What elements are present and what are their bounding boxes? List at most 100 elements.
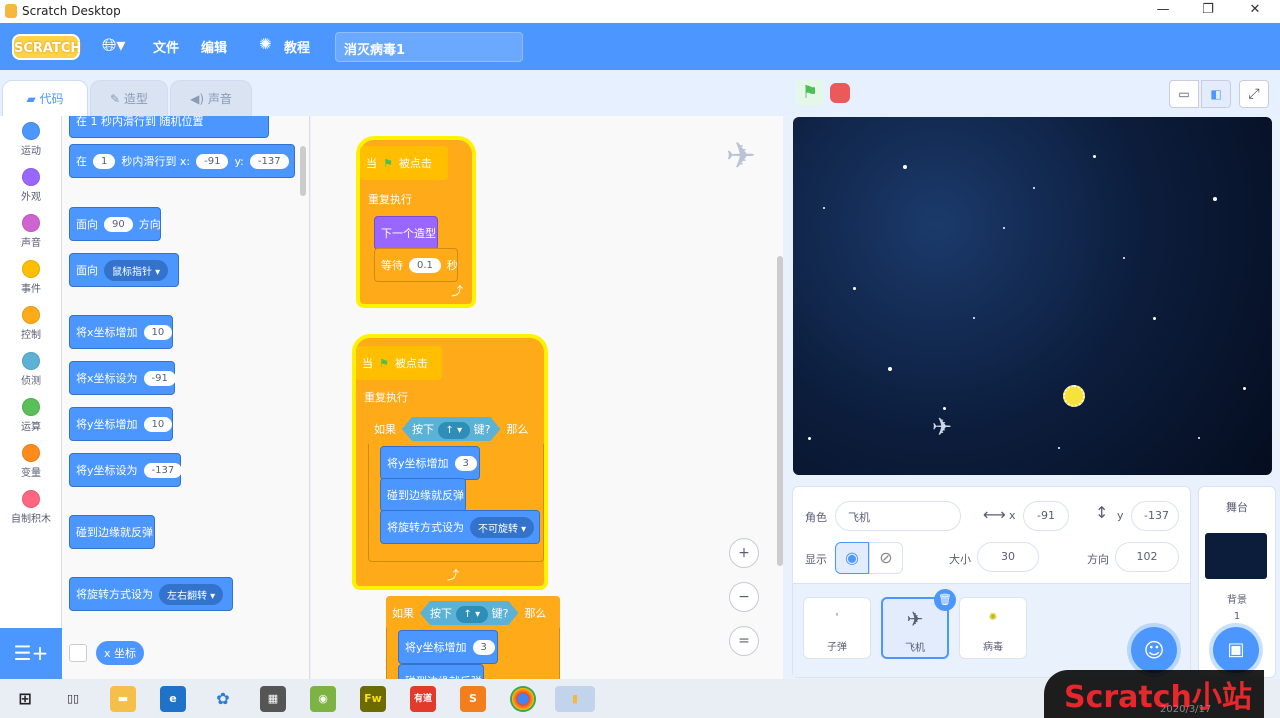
block-change-y-2[interactable]: 将y坐标增加 3 [380, 446, 480, 480]
key-pressed-condition[interactable]: 按下 ↑ ▾ 键? [402, 417, 500, 441]
block-bounce-2[interactable]: 碰到边缘就反弹 [380, 478, 466, 512]
stage-canvas[interactable]: ✈︎ [793, 117, 1272, 475]
block-set-x[interactable]: 将x坐标设为 -91 [69, 361, 176, 395]
block-forever-2[interactable]: 重复执行 [358, 380, 466, 414]
category-my-blocks[interactable]: 自制积木 [0, 490, 62, 525]
palette-scrollbar[interactable] [300, 146, 306, 196]
block-if-header[interactable]: 如果 按下 ↑ ▾ 键? 那么 [368, 412, 544, 446]
sprite-info-pane: 角色 飞机 ⟷ x -91 ↕ y -137 显示 ◉ ⊘ 大小 30 方向 1… [792, 486, 1191, 678]
sprite-thumb-bullet[interactable]: ' 子弹 [803, 597, 871, 659]
block-change-y[interactable]: 将y坐标增加 10 [69, 407, 173, 441]
size-label: 大小 [949, 553, 971, 566]
tab-code[interactable]: ▰ 代码 [2, 80, 88, 116]
zoom-in-button[interactable]: + [729, 538, 759, 568]
menu-file[interactable]: 文件 [153, 37, 179, 56]
category-control[interactable]: 控制 [0, 306, 62, 341]
sprite-thumb-virus[interactable]: ✺ 病毒 [959, 597, 1027, 659]
block-forever[interactable]: 重复执行 [362, 182, 470, 216]
small-stage-button[interactable]: ▭ [1169, 80, 1199, 108]
project-title-input[interactable]: 消灭病毒1 [335, 32, 523, 62]
virus-sprite[interactable] [1063, 385, 1085, 407]
category-sensing[interactable]: 侦测 [0, 352, 62, 387]
edge-icon[interactable]: e [160, 686, 186, 712]
fireworks-icon[interactable]: Fw [360, 686, 386, 712]
code-workspace[interactable]: 当 ⚑ 被点击 重复执行 下一个造型 等待 0.1 秒 ⤴ 当 ⚑ 被点击 重复执行 如果 … [311, 116, 783, 698]
sprite-ghost-icon: ✈︎ [725, 136, 757, 177]
show-eye-icon[interactable]: ◉ [835, 542, 869, 574]
category-looks[interactable]: 外观 [0, 168, 62, 203]
block-wait[interactable]: 等待 0.1 秒 [374, 248, 458, 282]
y-input[interactable]: -137 [1131, 501, 1179, 531]
block-next-costume[interactable]: 下一个造型 [374, 216, 438, 250]
x-input[interactable]: -91 [1023, 501, 1069, 531]
app-icon-cloud[interactable]: ✿ [210, 686, 236, 712]
scratch-taskbar-icon[interactable]: ▮ [555, 686, 595, 712]
android-icon[interactable]: ◉ [310, 686, 336, 712]
sublime-icon[interactable]: S [460, 686, 486, 712]
add-sprite-cat-icon[interactable]: ☺ [1131, 627, 1177, 673]
fullscreen-button[interactable]: ⤢ [1239, 80, 1269, 108]
category-events[interactable]: 事件 [0, 260, 62, 295]
title-bar: Scratch Desktop — ❐ ✕ [0, 0, 1280, 23]
close-button[interactable]: ✕ [1245, 2, 1265, 17]
block-glide-random[interactable]: 在 1 秒内滑行到 随机位置 [69, 116, 269, 138]
language-globe-icon[interactable]: 🌐︎▾ [102, 35, 125, 56]
calculator-icon[interactable]: ▦ [260, 686, 286, 712]
minimize-button[interactable]: — [1153, 2, 1173, 17]
vertical-arrows-icon: ↕ [1095, 503, 1109, 522]
file-explorer-icon[interactable]: ▬ [110, 686, 136, 712]
block-if-header-3[interactable]: 如果 按下 ↑ ▾ 键? 那么 [386, 596, 560, 630]
hat-green-flag-2[interactable]: 当 ⚑ 被点击 [356, 346, 442, 380]
block-x-position[interactable]: x 坐标 [96, 641, 145, 665]
stage-title: 舞台 [1226, 501, 1248, 514]
delete-sprite-icon[interactable]: 🗑︎ [934, 589, 956, 611]
block-change-x[interactable]: 将x坐标增加 10 [69, 315, 173, 349]
stop-button[interactable] [830, 83, 850, 103]
large-stage-button[interactable]: ◧ [1201, 80, 1231, 108]
x-position-checkbox[interactable] [69, 644, 87, 662]
windows-start-icon[interactable]: ⊞ [12, 686, 38, 712]
category-variables[interactable]: 变量 [0, 444, 62, 479]
menu-tutorials[interactable]: 教程 [284, 37, 310, 56]
add-extension-button[interactable]: ☰+ [0, 628, 62, 679]
zoom-reset-button[interactable]: = [729, 626, 759, 656]
watermark-text: Scratch小站 [1064, 680, 1252, 715]
sprite-name-input[interactable]: 飞机 [835, 501, 961, 531]
category-operators[interactable]: 运算 [0, 398, 62, 433]
block-rotation-style[interactable]: 将旋转方式设为 左右翻转 ▾ [69, 577, 233, 611]
size-input[interactable]: 30 [977, 542, 1039, 572]
block-point-towards[interactable]: 面向 鼠标指针 ▾ [69, 253, 179, 287]
add-backdrop-icon[interactable]: ▣ [1213, 627, 1259, 673]
sprite-name-label: 角色 [805, 511, 827, 524]
scratch-logo[interactable]: SCRATCH [12, 34, 81, 60]
youdao-icon[interactable]: 有道 [410, 686, 436, 712]
block-palette: 在 1 秒内滑行到 随机位置 在 1 秒内滑行到 x: -91 y: -137 面向 90 方… [62, 116, 310, 679]
x-label: x [1009, 509, 1016, 522]
tab-sounds[interactable]: ◀) 声音 [170, 80, 252, 116]
workspace-scrollbar[interactable] [777, 256, 783, 566]
chrome-icon[interactable] [510, 686, 536, 712]
category-motion[interactable]: 运动 [0, 122, 62, 157]
hat-green-flag[interactable]: 当 ⚑ 被点击 [360, 146, 448, 180]
menu-edit[interactable]: 编辑 [201, 37, 227, 56]
zoom-out-button[interactable]: − [729, 582, 759, 612]
block-glide-xy[interactable]: 在 1 秒内滑行到 x: -91 y: -137 [69, 144, 295, 178]
loop-arrow-icon: ⤴ [451, 284, 464, 298]
block-change-y-3[interactable]: 将y坐标增加 3 [398, 630, 498, 664]
direction-label: 方向 [1087, 553, 1109, 566]
green-flag-button[interactable]: ⚑ [796, 80, 824, 106]
block-set-y[interactable]: 将y坐标设为 -137 [69, 453, 183, 487]
direction-input[interactable]: 102 [1115, 542, 1179, 572]
task-view-icon[interactable]: ▯▯ [60, 686, 86, 712]
block-rotation-style-2[interactable]: 将旋转方式设为 不可旋转 ▾ [380, 510, 540, 544]
category-sound[interactable]: 声音 [0, 214, 62, 249]
y-label: y [1117, 509, 1124, 522]
plane-sprite[interactable]: ✈︎ [925, 413, 959, 445]
tab-costumes[interactable]: ✎ 造型 [90, 80, 168, 116]
hide-eye-icon[interactable]: ⊘ [869, 542, 903, 574]
category-menu: 运动 外观 声音 事件 控制 侦测 运算 变量 自制积木 [0, 116, 62, 628]
block-bounce[interactable]: 碰到边缘就反弹 [69, 515, 155, 549]
stage-backdrop-thumb[interactable] [1205, 533, 1267, 579]
maximize-button[interactable]: ❐ [1198, 2, 1218, 17]
block-point-direction[interactable]: 面向 90 方向 [69, 207, 161, 241]
